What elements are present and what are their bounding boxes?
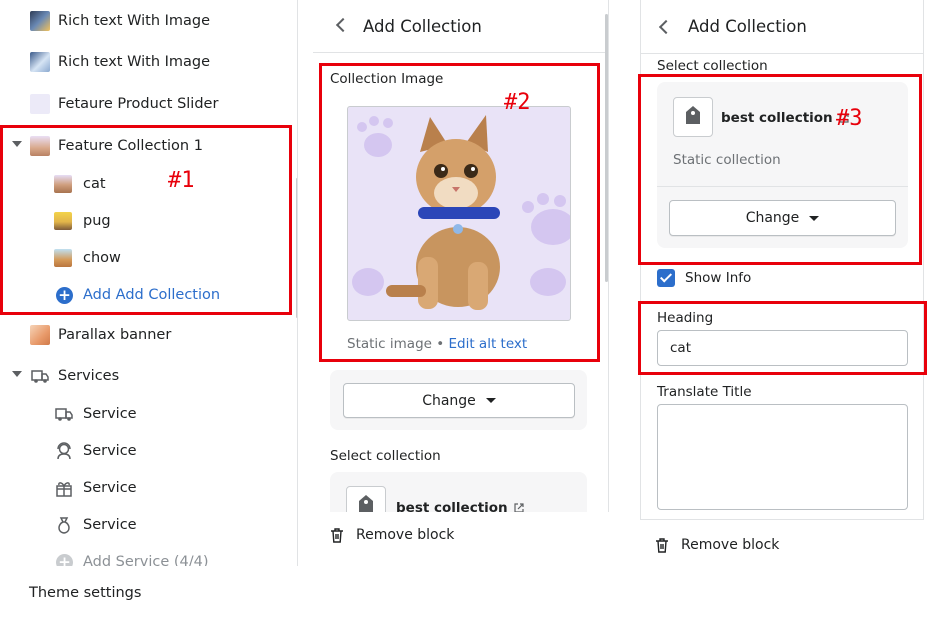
panel-title: Add Collection [688,17,807,36]
service-item-label: Service [83,406,137,422]
service-item-1[interactable]: Service [0,396,296,432]
services-icon [31,370,49,383]
panel-scrollbar[interactable] [605,14,608,282]
back-arrow-icon[interactable] [658,19,674,35]
sidebar-item-label: Rich text With Image [58,54,211,70]
collection-name-text: best collection [396,500,508,512]
service-item-label: Service [83,517,137,533]
sidebar-item-label: Rich text With Image [58,13,211,29]
translate-title-label: Translate Title [657,384,752,400]
remove-block-label: Remove block [356,527,455,543]
change-button-label: Change [422,392,476,409]
show-info-checkbox[interactable] [657,269,675,287]
annotation-tag-1: #1 [168,168,195,193]
show-info-label: Show Info [685,270,752,286]
section-thumbnail [30,52,50,72]
external-link-icon[interactable] [514,503,524,512]
back-arrow-icon[interactable] [335,17,351,33]
sidebar-item-rich-text-2[interactable]: Rich text With Image [0,44,296,80]
sidebar-item-label: Parallax banner [58,327,172,343]
translate-title-textarea[interactable] [657,404,908,510]
gift-icon [56,482,72,497]
panel-title: Add Collection [363,16,482,36]
service-item-label: Service [83,443,137,459]
remove-block-label: Remove block [681,537,780,553]
sidebar-scrollbar[interactable] [296,178,297,318]
remove-block-button[interactable]: Remove block [655,537,779,553]
trash-icon [656,537,668,553]
chevron-down-icon [485,398,496,403]
service-item-3[interactable]: Service [0,470,296,506]
sidebar-item-parallax-banner[interactable]: Parallax banner [0,317,296,353]
sidebar-item-product-slider[interactable]: Fetaure Product Slider [0,86,296,122]
expand-caret-icon[interactable] [12,371,22,377]
collection-tag-icon [346,486,386,512]
service-item-2[interactable]: Service [0,433,296,469]
annotation-box-2 [319,63,600,362]
annotation-tag-3: #3 [836,106,863,131]
select-collection-label: Select collection [657,58,768,74]
annotation-tag-2: #2 [504,90,531,115]
change-image-button[interactable]: Change [343,383,575,418]
support-agent-icon [57,442,71,460]
panel-header: Add Collection [641,0,923,54]
selected-collection-card: best collection [330,472,587,512]
truck-icon [55,408,73,421]
remove-block-button[interactable]: Remove block [330,527,454,543]
annotation-box-1 [0,125,292,315]
section-thumbnail [30,11,50,31]
add-service-label: Add Service (4/4) [83,554,209,566]
service-item-label: Service [83,480,137,496]
section-thumbnail [30,325,50,345]
service-item-4[interactable]: Service [0,507,296,543]
section-thumbnail [30,94,50,114]
sidebar-item-rich-text-1[interactable]: Rich text With Image [0,3,296,39]
image-change-card: Change [330,370,587,430]
annotation-box-3 [638,74,922,265]
panel-header: Add Collection [313,0,608,53]
sidebar-item-label: Services [58,368,120,384]
money-bag-icon [58,517,70,534]
sidebar-item-services[interactable]: Services [0,358,296,394]
select-collection-label: Select collection [330,448,441,464]
add-service-button: + Add Service (4/4) [0,544,296,566]
theme-settings-link[interactable]: Theme settings [29,585,141,601]
collection-name: best collection [396,500,524,512]
annotation-box-heading [638,301,927,375]
trash-icon [331,527,343,543]
add-circle-icon: + [56,554,73,566]
sidebar-item-label: Fetaure Product Slider [58,96,219,112]
